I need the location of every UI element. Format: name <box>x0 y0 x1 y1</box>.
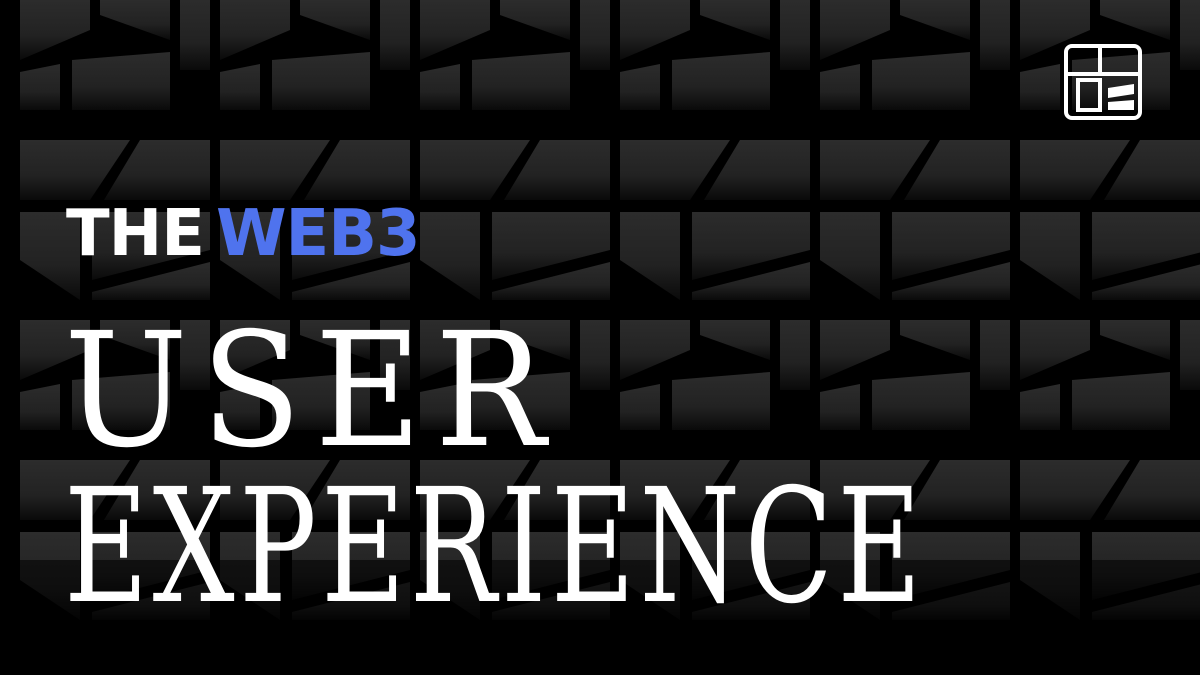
headline-line-1: THE WEB3 <box>66 202 421 266</box>
headline: THE WEB3 USER EXPERIENCE <box>0 0 1200 675</box>
headline-word-the: THE <box>66 197 205 271</box>
headline-line-user: USER <box>64 299 559 483</box>
headline-line-experience: EXPERIENCE <box>64 455 926 639</box>
hero-graphic: THE WEB3 USER EXPERIENCE <box>0 0 1200 675</box>
headline-word-web3: WEB3 <box>215 197 421 271</box>
